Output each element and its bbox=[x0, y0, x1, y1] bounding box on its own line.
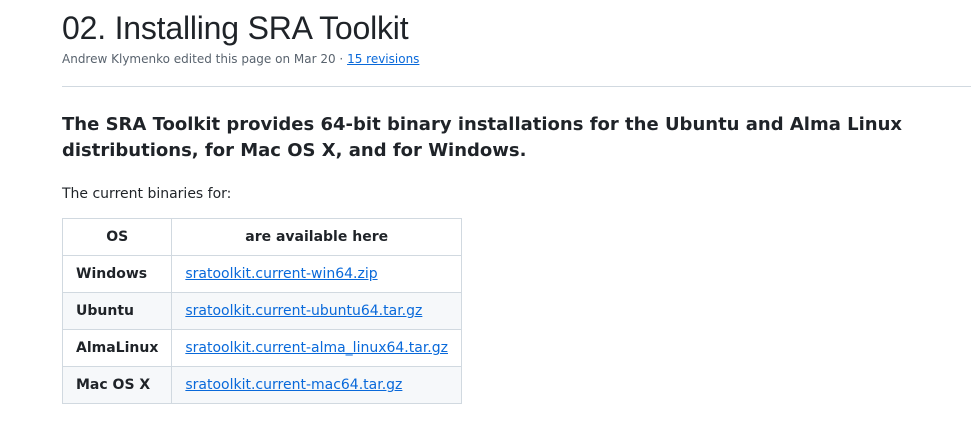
download-link-ubuntu[interactable]: sratoolkit.current-ubuntu64.tar.gz bbox=[185, 303, 422, 319]
page-title: 02. Installing SRA Toolkit bbox=[62, 10, 409, 46]
revisions-link[interactable]: 15 revisions bbox=[347, 52, 419, 66]
table-header-row: OS are available here bbox=[61, 218, 462, 256]
download-link-windows[interactable]: sratoolkit.current-win64.zip bbox=[185, 266, 377, 282]
column-header-available: are available here bbox=[171, 218, 462, 256]
download-link-almalinux[interactable]: sratoolkit.current-alma_linux64.tar.gz bbox=[185, 340, 448, 356]
header-divider bbox=[62, 86, 971, 87]
table-row: Mac OS X sratoolkit.current-mac64.tar.gz bbox=[61, 366, 462, 404]
table-row: AlmaLinux sratoolkit.current-alma_linux6… bbox=[61, 329, 462, 367]
page-meta: Andrew Klymenko edited this page on Mar … bbox=[62, 50, 971, 68]
download-cell: sratoolkit.current-alma_linux64.tar.gz bbox=[171, 329, 462, 367]
os-name: Mac OS X bbox=[61, 366, 173, 404]
table-row: Windows sratoolkit.current-win64.zip bbox=[61, 255, 462, 293]
os-name: AlmaLinux bbox=[61, 329, 173, 367]
edit-info: Andrew Klymenko edited this page on Mar … bbox=[62, 52, 348, 66]
download-cell: sratoolkit.current-ubuntu64.tar.gz bbox=[171, 292, 462, 330]
binaries-table: OS are available here Windows sratoolkit… bbox=[61, 218, 462, 404]
binaries-subheading: The current binaries for: bbox=[62, 186, 232, 202]
page-header: 02. Installing SRA Toolkit Andrew Klymen… bbox=[62, 8, 971, 68]
download-link-macos[interactable]: sratoolkit.current-mac64.tar.gz bbox=[185, 377, 402, 393]
table-row: Ubuntu sratoolkit.current-ubuntu64.tar.g… bbox=[61, 292, 462, 330]
intro-heading: The SRA Toolkit provides 64-bit binary i… bbox=[62, 114, 903, 161]
os-name: Windows bbox=[61, 255, 173, 293]
os-name: Ubuntu bbox=[61, 292, 173, 330]
column-header-os: OS bbox=[61, 218, 173, 256]
download-cell: sratoolkit.current-mac64.tar.gz bbox=[171, 366, 462, 404]
wiki-content: The SRA Toolkit provides 64-bit binary i… bbox=[61, 112, 962, 404]
download-cell: sratoolkit.current-win64.zip bbox=[171, 255, 462, 293]
